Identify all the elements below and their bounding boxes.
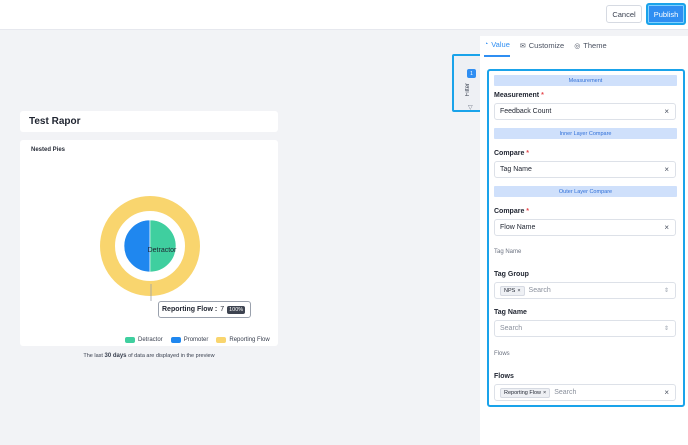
tag-group-search[interactable]: Search: [529, 287, 551, 294]
chip-label: Reporting Flow: [504, 389, 541, 396]
measurement-label: Measurement *: [494, 92, 544, 99]
required-mark: *: [526, 208, 530, 215]
compare-outer-value: Flow Name: [500, 224, 536, 231]
cancel-button[interactable]: Cancel: [606, 5, 642, 23]
legend-item-promoter[interactable]: Promoter: [170, 337, 209, 343]
updown-chevron-icon: ⇕: [663, 326, 669, 332]
compare-outer-label-text: Compare: [494, 208, 525, 215]
value-icon: ◔: [484, 41, 489, 48]
tooltip-value: 7: [220, 306, 225, 313]
flows-label: Flows: [494, 373, 514, 380]
filter-label: Filter: [465, 83, 471, 97]
tab-value[interactable]: ◔ Value: [484, 40, 510, 57]
report-title: Test Rapor: [29, 116, 81, 127]
report-title-card: Test Rapor: [20, 111, 278, 132]
tooltip-label: Reporting Flow :: [162, 306, 218, 313]
tag-group-select[interactable]: NPS × Search ⇕: [494, 282, 676, 299]
tag-name-search[interactable]: Search: [500, 325, 522, 332]
flows-select[interactable]: Reporting Flow × Search ×: [494, 384, 676, 401]
clear-icon[interactable]: ×: [664, 165, 669, 174]
preview-footnote: The last 30 days of data are displayed i…: [20, 353, 278, 359]
chip-remove-icon[interactable]: ×: [517, 288, 520, 294]
tab-label: Customize: [528, 41, 565, 50]
tab-theme[interactable]: ◎ Theme: [574, 40, 606, 57]
tag-name-label: Tag Name: [494, 309, 527, 316]
required-mark: *: [526, 150, 530, 157]
tooltip-percent: 100%: [227, 305, 246, 314]
settings-tabs: ◔ Value ✉ Customize ◎ Theme: [484, 40, 607, 57]
compare-outer-select[interactable]: Flow Name ×: [494, 219, 676, 236]
legend-label: Reporting Flow: [229, 337, 270, 343]
section-measurement: Measurement: [494, 75, 677, 86]
compare-outer-label: Compare *: [494, 208, 529, 215]
legend-swatch-detractor: [125, 337, 135, 343]
top-bar: Cancel Publish: [0, 0, 688, 30]
legend-swatch-reporting-flow: [216, 337, 227, 343]
envelope-icon: ✉: [519, 42, 526, 50]
tag-name-select[interactable]: Search ⇕: [494, 320, 676, 337]
filter-count-badge: 1: [467, 69, 476, 78]
pie-slice-detractor[interactable]: [149, 219, 177, 273]
measurement-label-text: Measurement: [494, 92, 540, 99]
updown-chevron-icon: ⇕: [663, 288, 669, 294]
chart-tooltip: Reporting Flow : 7 100%: [158, 301, 251, 318]
publish-button[interactable]: Publish: [646, 3, 686, 25]
footnote-suffix: of data are displayed in the preview: [128, 353, 215, 359]
footnote-prefix: The last: [83, 353, 103, 359]
clear-icon[interactable]: ×: [664, 388, 669, 397]
chart-legend: Detractor Promoter Reporting Flow: [125, 337, 270, 343]
tab-label: Theme: [583, 41, 607, 50]
footnote-days: 30 days: [104, 353, 127, 359]
value-form: Measurement Measurement * Feedback Count…: [487, 69, 685, 407]
section-inner-layer: Inner Layer Compare: [494, 128, 677, 139]
compare-inner-label: Compare *: [494, 150, 529, 157]
flows-search[interactable]: Search: [554, 389, 576, 396]
measurement-value: Feedback Count: [500, 108, 552, 115]
tag-name-caption: Tag Name: [494, 249, 522, 255]
pie-center-label: Detractor: [148, 247, 177, 254]
required-mark: *: [541, 92, 544, 99]
inner-pie: [123, 219, 177, 273]
tag-chip-nps[interactable]: NPS ×: [500, 285, 525, 296]
legend-label: Detractor: [138, 337, 163, 343]
legend-item-reporting-flow[interactable]: Reporting Flow: [216, 337, 270, 343]
tab-customize[interactable]: ✉ Customize: [520, 40, 564, 57]
tag-group-label: Tag Group: [494, 271, 529, 278]
clear-icon[interactable]: ×: [664, 223, 669, 232]
filter-tab[interactable]: 1 Filter ▽: [452, 54, 482, 112]
flows-caption: Flows: [494, 351, 510, 357]
compare-inner-select[interactable]: Tag Name ×: [494, 161, 676, 178]
pie-slice-promoter[interactable]: [123, 219, 151, 273]
compare-inner-label-text: Compare: [494, 150, 525, 157]
legend-item-detractor[interactable]: Detractor: [125, 337, 163, 343]
theme-icon: ◎: [574, 42, 581, 50]
legend-label: Promoter: [183, 337, 209, 343]
tab-label: Value: [491, 40, 510, 49]
measurement-select[interactable]: Feedback Count ×: [494, 103, 676, 120]
legend-swatch-promoter: [170, 337, 181, 343]
chip-remove-icon[interactable]: ×: [543, 390, 546, 396]
compare-inner-value: Tag Name: [500, 166, 532, 173]
funnel-icon: ▽: [468, 105, 473, 111]
clear-icon[interactable]: ×: [664, 107, 669, 116]
chip-label: NPS: [504, 287, 516, 294]
flow-chip-reporting-flow[interactable]: Reporting Flow ×: [500, 387, 551, 398]
section-outer-layer: Outer Layer Compare: [494, 186, 677, 197]
